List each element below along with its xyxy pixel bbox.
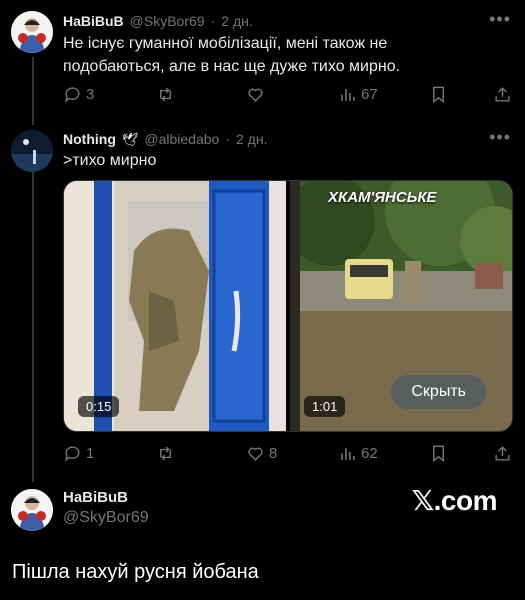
author-name[interactable]: HaBiBuB (63, 13, 124, 29)
tweet-actions: 3 67 (63, 85, 523, 107)
more-options-icon[interactable]: ••• (489, 10, 511, 28)
avatar[interactable] (11, 130, 53, 172)
hide-button[interactable]: Скрыть (391, 375, 486, 409)
share-icon (495, 446, 510, 461)
author-name[interactable]: Nothing (63, 131, 116, 147)
tweet-header: Nothing 🕊 @albiedabo · 2 дн. (63, 131, 267, 148)
video-duration: 1:01 (304, 396, 346, 417)
bookmark-icon (433, 445, 444, 463)
video-1[interactable]: 0:15 (64, 181, 286, 431)
views-icon (341, 447, 355, 460)
share-button[interactable] (493, 444, 512, 463)
more-options-icon[interactable]: ••• (489, 128, 511, 146)
avatar-image (11, 11, 53, 53)
like-button[interactable] (246, 85, 265, 104)
views-button[interactable]: 62 (338, 444, 378, 463)
reply-button[interactable]: 3 (63, 85, 94, 104)
tweet-text-line: Не існує гуманної мобілізації, мені тако… (63, 35, 388, 52)
heart-icon (248, 88, 263, 102)
retweet-icon (160, 87, 171, 102)
tweet-text: Не існує гуманної мобілізації, мені тако… (63, 32, 400, 78)
video-brand-label: ХКАМ'ЯНСЬКЕ (328, 189, 437, 206)
x-logo: 𝕏.com (411, 485, 498, 516)
separator-dot: · (210, 13, 216, 29)
views-button[interactable]: 67 (338, 85, 378, 104)
reply-icon (65, 446, 80, 462)
dove-icon: 🕊 (121, 132, 139, 147)
views-icon (341, 88, 355, 101)
bookmark-icon (433, 86, 444, 104)
reply-icon (65, 87, 80, 103)
video-duration: 0:15 (78, 396, 120, 417)
share-button[interactable] (493, 85, 512, 104)
media-grid: 0:15 ХКАМ'ЯНСЬКЕ 1:01 Скрыть (63, 180, 513, 432)
avatar[interactable] (11, 11, 53, 53)
avatar[interactable] (11, 489, 53, 531)
views-count: 62 (361, 445, 378, 462)
thread-line (32, 57, 34, 125)
reply-count: 1 (86, 445, 95, 462)
bookmark-button[interactable] (429, 85, 448, 104)
like-count: 8 (269, 445, 278, 462)
bookmark-button[interactable] (429, 444, 448, 463)
thread-line (32, 172, 34, 482)
retweet-button[interactable] (156, 444, 175, 463)
heart-icon (248, 447, 263, 461)
share-icon (495, 87, 510, 102)
retweet-icon (160, 446, 171, 461)
reply-button[interactable]: 1 (63, 444, 94, 463)
views-count: 67 (361, 86, 378, 103)
video-2[interactable]: ХКАМ'ЯНСЬКЕ 1:01 Скрыть (290, 181, 512, 431)
avatar-image (11, 130, 53, 172)
timestamp[interactable]: 2 дн. (236, 131, 267, 147)
tweet-text-line: подобаються, але в нас ще дуже тихо мирн… (63, 58, 401, 75)
tweet-actions: 1 8 62 (63, 444, 523, 466)
profile-handle[interactable]: @SkyBor69 (63, 509, 149, 527)
tweet-text: >тихо мирно (63, 152, 157, 169)
like-button[interactable]: 8 (246, 444, 277, 463)
tweet-header: HaBiBuB @SkyBor69 · 2 дн. (63, 13, 253, 29)
author-handle[interactable]: @albiedabo (144, 131, 219, 147)
avatar-image (11, 489, 53, 531)
reply-count: 3 (86, 86, 95, 103)
caption-text: Пішла нахуй русня йобана (12, 561, 259, 583)
timestamp[interactable]: 2 дн. (221, 13, 252, 29)
video-1-thumbnail (64, 181, 286, 431)
retweet-button[interactable] (156, 85, 175, 104)
author-handle[interactable]: @SkyBor69 (130, 13, 205, 29)
profile-name[interactable]: HaBiBuB (63, 489, 128, 506)
separator-dot: · (225, 131, 230, 147)
